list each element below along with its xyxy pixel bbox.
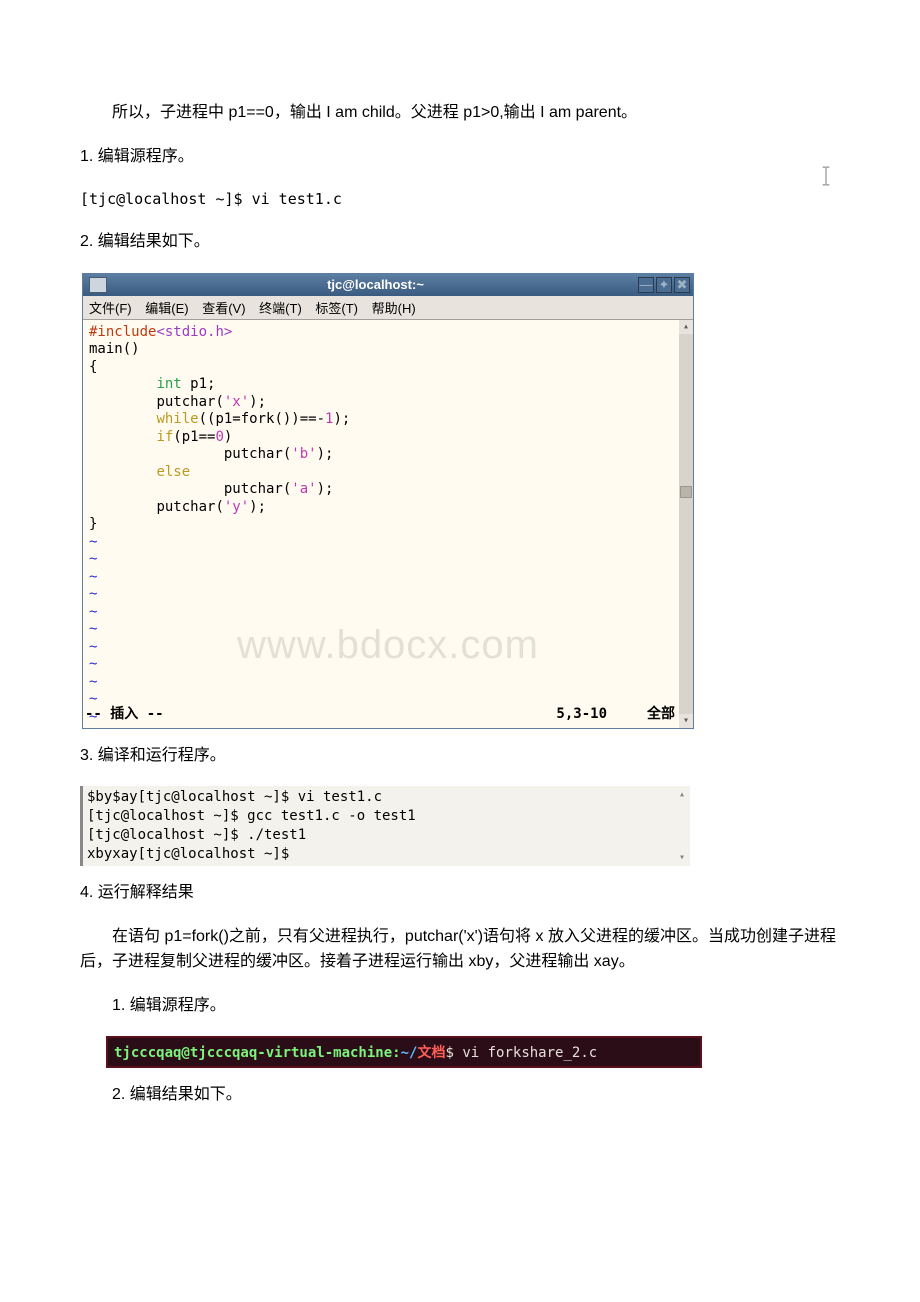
document-page: 所以，子进程中 p1==0，输出 I am child。父进程 p1>0,输出 … [0, 0, 920, 1186]
terminal-window: tjc@localhost:~ — ✦ ✖ 文件(F) 编辑(E) 查看(V) … [82, 273, 694, 729]
step-6: 2. 编辑结果如下。 [80, 1082, 840, 1108]
code: putchar('b'); [89, 446, 689, 464]
editor-tilde: ~ [89, 534, 689, 552]
editor-content[interactable]: #include<stdio.h> main() { int p1; putch… [83, 320, 693, 728]
editor-statusline: -- 插入 -- 5,3-10 全部 [83, 704, 679, 726]
editor-tilde: ~ [89, 674, 689, 692]
code: #include [89, 324, 156, 340]
ubuntu-terminal[interactable]: tjcccqaq@tjcccqaq-virtual-machine:~/文档$ … [106, 1036, 702, 1068]
editor-tilde: ~ [89, 586, 689, 604]
shell-line: [tjc@localhost ~]$ ./test1 [87, 826, 686, 845]
shell-line: xbyxay[tjc@localhost ~]$ [87, 845, 686, 864]
code: { [89, 359, 689, 377]
scroll-up-icon[interactable]: ▴ [679, 320, 693, 334]
menu-file[interactable]: 文件(F) [89, 301, 132, 316]
menubar: 文件(F) 编辑(E) 查看(V) 终端(T) 标签(T) 帮助(H) [83, 296, 693, 320]
scroll-track[interactable] [679, 334, 693, 714]
prompt-command: vi forkshare_2.c [462, 1045, 597, 1061]
window-title: tjc@localhost:~ [113, 277, 638, 292]
minimize-button[interactable]: — [638, 277, 654, 293]
editor-tilde: ~ [89, 639, 689, 657]
prompt-path: ~/ [401, 1045, 418, 1061]
shell-output-block: ▴ ▾ $by$ay[tjc@localhost ~]$ vi test1.c … [80, 786, 690, 866]
prompt-colon: : [392, 1045, 400, 1061]
insert-mode: -- 插入 -- [85, 706, 164, 724]
editor-tilde: ~ [89, 656, 689, 674]
shell-line: $by$ay[tjc@localhost ~]$ vi test1.c [87, 788, 686, 807]
scroll-down-icon[interactable]: ▾ [679, 714, 693, 728]
step-2: 2. 编辑结果如下。 [80, 229, 840, 255]
menu-tabs[interactable]: 标签(T) [315, 301, 358, 316]
scrollbar[interactable]: ▴ ▾ [679, 320, 693, 728]
command-line-1: [tjc@localhost ~]$ vi test1.c [80, 187, 840, 211]
scroll-range: 全部 [647, 706, 675, 724]
scroll-thumb[interactable] [680, 486, 692, 498]
scroll-up-icon: ▴ [676, 788, 688, 800]
code: <stdio.h> [156, 324, 232, 340]
code: while((p1=fork())==-1); [89, 411, 689, 429]
code: if(p1==0) [89, 429, 689, 447]
maximize-button[interactable]: ✦ [656, 277, 672, 293]
menu-edit[interactable]: 编辑(E) [145, 301, 188, 316]
step-1: 1. 编辑源程序。 [80, 144, 840, 170]
step-4: 4. 运行解释结果 [80, 880, 840, 906]
code: main() [89, 341, 689, 359]
code: int p1; [89, 376, 689, 394]
editor-tilde: ~ [89, 569, 689, 587]
menu-help[interactable]: 帮助(H) [372, 301, 416, 316]
code: putchar('a'); [89, 481, 689, 499]
code: putchar('y'); [89, 499, 689, 517]
step-3: 3. 编译和运行程序。 [80, 743, 840, 769]
terminal-icon [89, 277, 107, 293]
step-5: 1. 编辑源程序。 [80, 993, 840, 1019]
editor-tilde: ~ [89, 551, 689, 569]
code: else [89, 464, 689, 482]
paragraph-intro: 所以，子进程中 p1==0，输出 I am child。父进程 p1>0,输出 … [80, 100, 840, 126]
window-titlebar[interactable]: tjc@localhost:~ — ✦ ✖ [83, 274, 693, 296]
editor-tilde: ~ [89, 604, 689, 622]
code: } [89, 516, 689, 534]
menu-terminal[interactable]: 终端(T) [259, 301, 302, 316]
code: putchar('x'); [89, 394, 689, 412]
prompt-path-zh: 文档 [417, 1045, 445, 1061]
editor-tilde: ~ [89, 621, 689, 639]
shell-line: [tjc@localhost ~]$ gcc test1.c -o test1 [87, 807, 686, 826]
cursor-position: 5,3-10 [556, 706, 607, 724]
close-button[interactable]: ✖ [674, 277, 690, 293]
prompt-dollar: $ [445, 1045, 462, 1061]
scroll-down-icon: ▾ [676, 852, 688, 864]
paragraph-explain: 在语句 p1=fork()之前，只有父进程执行，putchar('x')语句将 … [80, 924, 840, 975]
text-cursor-icon [820, 165, 834, 187]
prompt-user: tjcccqaq@tjcccqaq-virtual-machine [114, 1045, 392, 1061]
menu-view[interactable]: 查看(V) [202, 301, 245, 316]
